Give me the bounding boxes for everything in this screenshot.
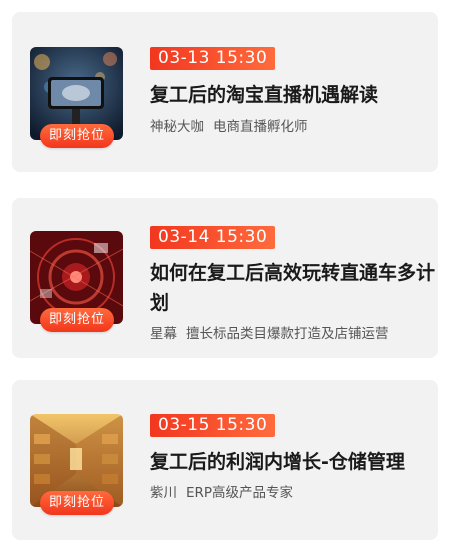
speaker-name: 星幕 (150, 326, 177, 342)
course-card[interactable]: 即刻抢位 03-14 15:30 如何在复工后高效玩转直通车多计划 星幕 擅长标品… (12, 198, 438, 358)
grab-seat-button[interactable]: 即刻抢位 (40, 491, 114, 515)
course-time-badge: 03-13 15:30 (150, 47, 276, 70)
course-card[interactable]: 即刻抢位 03-15 15:30 复工后的利润内增长-仓储管理 紫川 ERP高级产… (12, 380, 438, 540)
course-title[interactable]: 复工后的利润内增长-仓储管理 (150, 447, 442, 477)
speaker-role: ERP高级产品专家 (186, 485, 294, 501)
course-speaker-line: 星幕 擅长标品类目爆款打造及店铺运营 (150, 322, 389, 342)
course-title[interactable]: 复工后的淘宝直播机遇解读 (150, 80, 442, 110)
course-speaker-line: 神秘大咖 电商直播孵化师 (150, 115, 308, 135)
course-time-badge: 03-14 15:30 (150, 226, 276, 249)
speaker-role: 电商直播孵化师 (213, 119, 308, 135)
speaker-role: 擅长标品类目爆款打造及店铺运营 (186, 326, 389, 342)
speaker-name: 神秘大咖 (150, 119, 204, 135)
grab-seat-button[interactable]: 即刻抢位 (40, 308, 114, 332)
course-time-badge: 03-15 15:30 (150, 414, 276, 437)
grab-seat-button[interactable]: 即刻抢位 (40, 124, 114, 148)
course-card[interactable]: 即刻抢位 03-13 15:30 复工后的淘宝直播机遇解读 神秘大咖 电商直播孵化… (12, 12, 438, 172)
course-title[interactable]: 如何在复工后高效玩转直通车多计划 (150, 258, 442, 318)
course-speaker-line: 紫川 ERP高级产品专家 (150, 481, 293, 501)
speaker-name: 紫川 (150, 485, 177, 501)
